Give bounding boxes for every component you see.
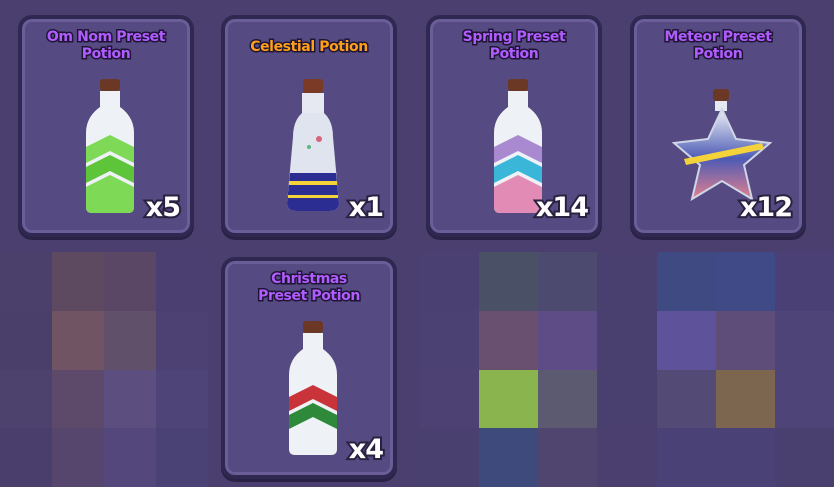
blurred-slot-left: [0, 252, 208, 487]
item-card-christmas-preset-potion[interactable]: Christmas Preset Potion x4: [221, 257, 397, 479]
item-quantity: x14: [534, 190, 591, 225]
item-title-line: Potion: [80, 45, 132, 64]
item-title-line: Spring Preset: [461, 28, 567, 47]
item-card-spring-preset-potion[interactable]: Spring Preset Potion x14: [426, 15, 602, 237]
item-title: Christmas Preset Potion: [231, 270, 387, 306]
item-card-meteor-preset-potion[interactable]: Meteor Preset Potion x12: [630, 15, 806, 237]
red-green-chevron-potion-icon: [289, 321, 337, 455]
celestial-potion-icon: [287, 79, 339, 211]
item-card-celestial-potion[interactable]: Celestial Potion x1: [221, 15, 397, 237]
item-title: Meteor Preset Potion: [640, 28, 796, 64]
blurred-slot-right: [420, 252, 834, 487]
item-title-line: Celestial Potion: [249, 38, 370, 57]
item-card-om-nom-preset-potion[interactable]: Om Nom Preset Potion x5: [18, 15, 194, 237]
item-title-line: Preset Potion: [257, 287, 362, 306]
item-title-line: Potion: [692, 45, 744, 64]
item-title: Celestial Potion: [231, 38, 387, 57]
item-quantity: x12: [738, 190, 795, 225]
item-title: Spring Preset Potion: [436, 28, 592, 64]
item-quantity: x1: [347, 190, 386, 225]
item-title-line: Meteor Preset: [663, 28, 773, 47]
item-title: Om Nom Preset Potion: [28, 28, 184, 64]
item-title-line: Potion: [488, 45, 540, 64]
item-quantity: x4: [347, 432, 386, 467]
item-title-line: Om Nom Preset: [45, 28, 167, 47]
green-chevron-potion-icon: [86, 79, 134, 213]
item-quantity: x5: [144, 190, 183, 225]
star-potion-icon: [671, 89, 773, 202]
item-title-line: Christmas: [270, 270, 349, 289]
